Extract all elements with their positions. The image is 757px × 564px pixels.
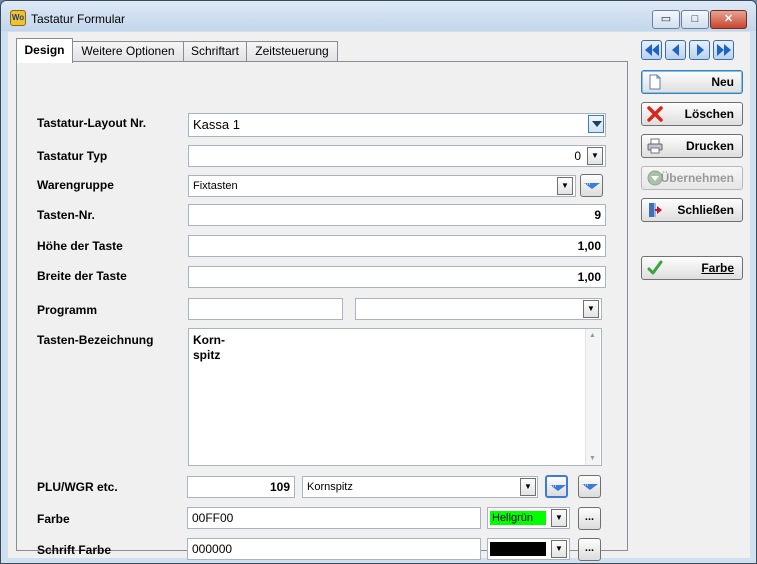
farbe-value: 00FF00 (192, 511, 234, 525)
farbe-label: Farbe (37, 512, 70, 526)
schrift-farbe-value: 000000 (192, 542, 233, 556)
tasten-nr-field[interactable]: 9 (188, 204, 606, 226)
design-panel: Tastatur-Layout Nr. Kassa 1 Tastatur Typ… (16, 61, 628, 561)
bezeichnung-textarea[interactable]: Korn- spitz (188, 328, 602, 466)
left-arrow-icon (672, 44, 679, 56)
plu-dropdown-button[interactable]: ▼ (520, 478, 536, 496)
minimize-button[interactable]: ▭ (652, 10, 680, 29)
uebernehmen-button[interactable]: Übernehmen (641, 166, 743, 190)
schrift-farbe-label: Schrift Farbe (37, 543, 112, 557)
client-area: Design Weitere Optionen Schriftart Zeits… (8, 32, 750, 561)
double-left-icon (645, 44, 659, 56)
last-record-button[interactable] (713, 40, 734, 60)
typ-label: Tastatur Typ (37, 149, 108, 163)
farbe-field[interactable]: 00FF00 (187, 507, 481, 529)
app-logo-icon: Wo (10, 10, 26, 26)
scroll-down-icon[interactable]: ▼ (589, 455, 596, 462)
plu-lookup-button-2[interactable] (578, 475, 601, 498)
schrift-more-button[interactable]: ... (578, 538, 601, 561)
farbe-swatch: Hellgrün (490, 511, 546, 525)
programm-select[interactable] (355, 298, 602, 320)
lookup-arrow-icon (582, 484, 598, 490)
breite-field[interactable]: 1,00 (188, 266, 606, 288)
farbe-button[interactable]: Farbe (641, 256, 743, 280)
programm-label: Programm (37, 303, 98, 317)
schrift-swatch (490, 542, 546, 556)
tab-design[interactable]: Design (16, 38, 73, 63)
bezeichnung-label: Tasten-Bezeichnung (37, 333, 154, 347)
typ-value: 0 (574, 149, 581, 163)
prev-record-button[interactable] (665, 40, 686, 60)
farbe-more-button[interactable]: ... (578, 507, 601, 530)
schrift-farbe-field[interactable]: 000000 (187, 538, 481, 560)
farbe-button-label: Farbe (701, 261, 734, 275)
printer-icon (647, 138, 663, 154)
bezeichnung-line-2: spitz (193, 348, 221, 362)
layout-label: Tastatur-Layout Nr. (37, 116, 147, 130)
typ-dropdown-button[interactable]: ▼ (587, 147, 603, 165)
scroll-up-icon[interactable]: ▲ (589, 332, 596, 339)
bezeichnung-scrollbar[interactable]: ▲ ▼ (585, 329, 600, 465)
title-bar: Wo Tastatur Formular ▭ □ ✕ (1, 1, 756, 31)
drucken-button[interactable]: Drucken (641, 134, 743, 158)
layout-dropdown-button[interactable] (588, 115, 604, 133)
warengruppe-label: Warengruppe (37, 178, 114, 192)
typ-select[interactable]: 0 (188, 145, 606, 167)
hoehe-value: 1,00 (577, 239, 601, 253)
first-record-button[interactable] (641, 40, 662, 60)
neu-label: Neu (711, 75, 734, 89)
close-button[interactable]: ✕ (710, 10, 747, 29)
programm-field[interactable] (188, 298, 343, 320)
lookup-arrow-icon (584, 183, 600, 189)
plu-label: PLU/WGR etc. (37, 480, 118, 494)
loeschen-label: Löschen (684, 107, 734, 121)
loeschen-button[interactable]: Löschen (641, 102, 743, 126)
tab-zeitsteuerung[interactable]: Zeitsteuerung (246, 41, 338, 62)
lookup-arrow-icon (550, 485, 566, 491)
warengruppe-dropdown-button[interactable]: ▼ (557, 177, 573, 195)
bezeichnung-line-1: Korn- (193, 333, 225, 347)
plu-value: 109 (269, 480, 290, 494)
tab-weitere-optionen[interactable]: Weitere Optionen (72, 41, 184, 62)
next-record-button[interactable] (689, 40, 710, 60)
layout-value: Kassa 1 (193, 117, 240, 132)
plu-field[interactable]: 109 (187, 476, 295, 498)
farbe-dropdown-button[interactable]: ▼ (551, 509, 567, 527)
checkmark-icon (647, 260, 663, 275)
hoehe-field[interactable]: 1,00 (188, 235, 606, 257)
schrift-dropdown-button[interactable]: ▼ (551, 540, 567, 558)
hoehe-label: Höhe der Taste (37, 239, 123, 253)
tab-schriftart[interactable]: Schriftart (183, 41, 247, 62)
drucken-label: Drucken (685, 139, 734, 153)
layout-select[interactable]: Kassa 1 (188, 113, 606, 137)
uebernehmen-label: Übernehmen (660, 171, 734, 185)
window-title: Tastatur Formular (31, 12, 126, 26)
double-right-icon (717, 44, 731, 56)
neu-button[interactable]: Neu (641, 70, 743, 94)
schliessen-button[interactable]: Schließen (641, 198, 743, 222)
breite-label: Breite der Taste (37, 269, 127, 283)
plu-name-value: Kornspitz (307, 481, 353, 493)
new-document-icon (649, 74, 661, 90)
breite-value: 1,00 (577, 270, 601, 284)
schliessen-label: Schließen (677, 203, 734, 217)
maximize-button[interactable]: □ (681, 10, 709, 29)
plu-name-select[interactable]: Kornspitz (302, 476, 538, 498)
warengruppe-lookup-button[interactable] (580, 174, 603, 197)
right-arrow-icon (697, 44, 704, 56)
tasten-nr-label: Tasten-Nr. (37, 208, 95, 222)
plu-lookup-button[interactable] (545, 475, 568, 498)
exit-door-icon (649, 203, 662, 217)
tasten-nr-value: 9 (594, 208, 601, 222)
programm-dropdown-button[interactable]: ▼ (583, 300, 599, 318)
warengruppe-value: Fixtasten (193, 180, 238, 192)
delete-x-icon (647, 106, 663, 122)
app-window: Wo Tastatur Formular ▭ □ ✕ Design Weiter… (0, 0, 757, 564)
warengruppe-select[interactable]: Fixtasten (188, 175, 576, 197)
